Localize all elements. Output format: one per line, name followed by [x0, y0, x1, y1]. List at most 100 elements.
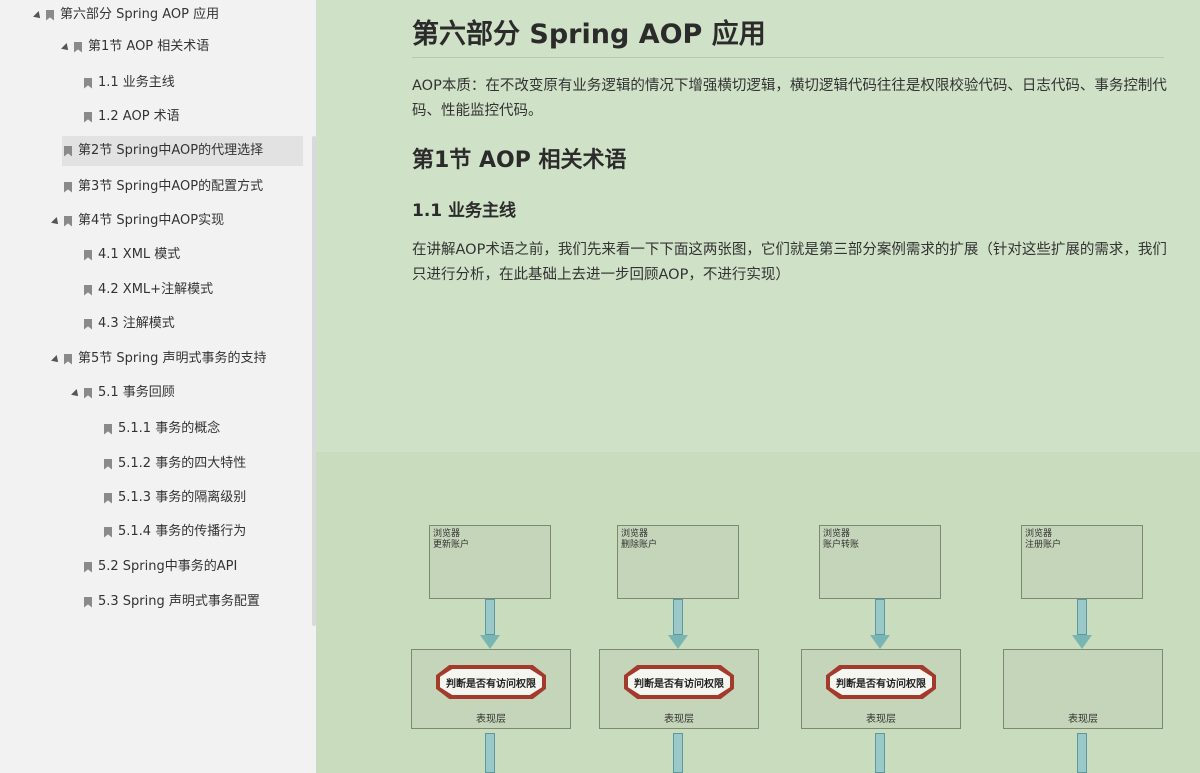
bookmark-icon: [64, 145, 72, 157]
toc-item-label: 1.1 业务主线: [98, 75, 175, 90]
toc-item-label: 第4节 Spring中AOP实现: [78, 213, 225, 228]
toc-item-label: 第六部分 Spring AOP 应用: [60, 7, 220, 22]
toc-item-section1[interactable]: 第1节 AOP 相关术语: [61, 32, 210, 62]
expand-triangle-icon[interactable]: [61, 42, 71, 53]
toc-item-5-1-1[interactable]: 5.1.1 事务的概念: [104, 414, 220, 444]
layer-label: 表现层: [1068, 714, 1098, 725]
permission-check-octagon: 判断是否有访问权限: [624, 665, 734, 699]
browser-box: 浏览器 更新账户: [429, 525, 551, 599]
presentation-layer-box: 判断是否有访问权限 表现层: [801, 649, 961, 729]
permission-check-label: 判断是否有访问权限: [440, 669, 542, 695]
toc-item-label: 第3节 Spring中AOP的配置方式: [78, 179, 264, 194]
bookmark-icon: [84, 249, 92, 261]
toc-item-label: 第1节 AOP 相关术语: [88, 39, 210, 54]
toc-item-4-1[interactable]: 4.1 XML 模式: [84, 240, 180, 270]
toc-item-1-1[interactable]: 1.1 业务主线: [84, 68, 175, 98]
action-label: 账户转账: [823, 540, 860, 550]
page-title: 第六部分 Spring AOP 应用: [412, 12, 1164, 58]
expand-triangle-icon[interactable]: [71, 388, 81, 399]
action-label: 更新账户: [433, 540, 470, 550]
toc-item-label: 5.2 Spring中事务的API: [98, 559, 238, 574]
bookmark-icon: [84, 387, 92, 399]
toc-item-section3[interactable]: 第3节 Spring中AOP的配置方式: [64, 172, 263, 202]
toc-item-label: 4.3 注解模式: [98, 316, 175, 331]
layer-label: 表现层: [664, 714, 694, 725]
permission-check-octagon: 判断是否有访问权限: [436, 665, 546, 699]
toc-item-5-1-2[interactable]: 5.1.2 事务的四大特性: [104, 449, 246, 479]
permission-check-label: 判断是否有访问权限: [628, 669, 730, 695]
browser-box: 浏览器 账户转账: [819, 525, 941, 599]
architecture-diagram: 浏览器 更新账户 判断是否有访问权限 表现层 浏览器 删除账户 判断是否有访问权…: [316, 452, 1200, 773]
toc-item-section5[interactable]: 第5节 Spring 声明式事务的支持: [51, 344, 267, 374]
bookmark-icon: [104, 458, 112, 470]
presentation-layer-box: 判断是否有访问权限 表现层: [411, 649, 571, 729]
toc-item-label: 5.1 事务回顾: [98, 385, 175, 400]
browser-label: 浏览器: [1025, 529, 1053, 539]
toc-item-5-2[interactable]: 5.2 Spring中事务的API: [84, 552, 237, 582]
bookmark-icon: [104, 423, 112, 435]
toc-item-4-3[interactable]: 4.3 注解模式: [84, 309, 175, 339]
bookmark-icon: [64, 215, 72, 227]
diagram-column: 浏览器 注册账户 表现层: [1003, 452, 1165, 773]
down-arrow-icon: [875, 733, 885, 773]
bookmark-icon: [104, 526, 112, 538]
toc-item-label: 5.1.1 事务的概念: [118, 421, 221, 436]
bookmark-icon: [64, 181, 72, 193]
browser-label: 浏览器: [823, 529, 851, 539]
bookmark-icon: [84, 284, 92, 296]
action-label: 注册账户: [1025, 540, 1062, 550]
section-heading: 第1节 AOP 相关术语: [412, 148, 627, 173]
toc-item-part6[interactable]: 第六部分 Spring AOP 应用: [33, 0, 220, 30]
bookmark-icon: [84, 596, 92, 608]
bookmark-icon: [46, 9, 54, 21]
bookmark-icon: [74, 41, 82, 53]
diagram-column: 浏览器 更新账户 判断是否有访问权限 表现层: [411, 452, 573, 773]
toc-item-section2[interactable]: 第2节 Spring中AOP的代理选择: [62, 136, 303, 166]
down-arrow-icon: [485, 733, 495, 773]
toc-item-label: 第5节 Spring 声明式事务的支持: [78, 351, 267, 366]
down-arrow-icon: [1077, 733, 1087, 773]
presentation-layer-box: 表现层: [1003, 649, 1163, 729]
body-paragraph: 在讲解AOP术语之前，我们先来看一下下面这两张图，它们就是第三部分案例需求的扩展…: [412, 242, 1167, 283]
permission-check-octagon: 判断是否有访问权限: [826, 665, 936, 699]
toc-sidebar: 第六部分 Spring AOP 应用 第1节 AOP 相关术语 1.1 业务主线…: [0, 0, 316, 773]
browser-box: 浏览器 删除账户: [617, 525, 739, 599]
bookmark-icon: [84, 77, 92, 89]
expand-triangle-icon[interactable]: [51, 354, 61, 365]
diagram-column: 浏览器 账户转账 判断是否有访问权限 表现层: [801, 452, 963, 773]
toc-item-label: 5.1.4 事务的传播行为: [118, 524, 247, 539]
toc-item-label: 4.1 XML 模式: [98, 247, 181, 262]
diagram-column: 浏览器 删除账户 判断是否有访问权限 表现层: [599, 452, 761, 773]
toc-item-label: 4.2 XML+注解模式: [98, 282, 214, 297]
toc-item-section4[interactable]: 第4节 Spring中AOP实现: [51, 206, 225, 236]
action-label: 删除账户: [621, 540, 658, 550]
toc-item-5-1-3[interactable]: 5.1.3 事务的隔离级别: [104, 483, 246, 513]
down-arrow-icon: [673, 733, 683, 773]
toc-item-label: 5.3 Spring 声明式事务配置: [98, 594, 260, 609]
bookmark-icon: [84, 318, 92, 330]
bookmark-icon: [64, 353, 72, 365]
toc-item-5-1-4[interactable]: 5.1.4 事务的传播行为: [104, 517, 246, 547]
permission-check-label: 判断是否有访问权限: [830, 669, 932, 695]
layer-label: 表现层: [866, 714, 896, 725]
presentation-layer-box: 判断是否有访问权限 表现层: [599, 649, 759, 729]
browser-box: 浏览器 注册账户: [1021, 525, 1143, 599]
subsection-heading: 1.1 业务主线: [412, 201, 517, 221]
intro-paragraph: AOP本质：在不改变原有业务逻辑的情况下增强横切逻辑，横切逻辑代码往往是权限校验…: [412, 78, 1167, 119]
toc-item-5-1[interactable]: 5.1 事务回顾: [71, 378, 175, 408]
bookmark-icon: [104, 492, 112, 504]
expand-triangle-icon[interactable]: [51, 216, 61, 227]
document-content: 第六部分 Spring AOP 应用 AOP本质：在不改变原有业务逻辑的情况下增…: [316, 0, 1200, 773]
browser-label: 浏览器: [621, 529, 649, 539]
bookmark-icon: [84, 111, 92, 123]
toc-item-label: 5.1.3 事务的隔离级别: [118, 490, 247, 505]
bookmark-icon: [84, 561, 92, 573]
toc-item-label: 5.1.2 事务的四大特性: [118, 456, 247, 471]
toc-item-1-2[interactable]: 1.2 AOP 术语: [84, 102, 180, 132]
layer-label: 表现层: [476, 714, 506, 725]
browser-label: 浏览器: [433, 529, 461, 539]
expand-triangle-icon[interactable]: [33, 10, 43, 21]
toc-item-4-2[interactable]: 4.2 XML+注解模式: [84, 275, 213, 305]
toc-item-5-3[interactable]: 5.3 Spring 声明式事务配置: [84, 587, 260, 617]
toc-item-label: 1.2 AOP 术语: [98, 109, 180, 124]
